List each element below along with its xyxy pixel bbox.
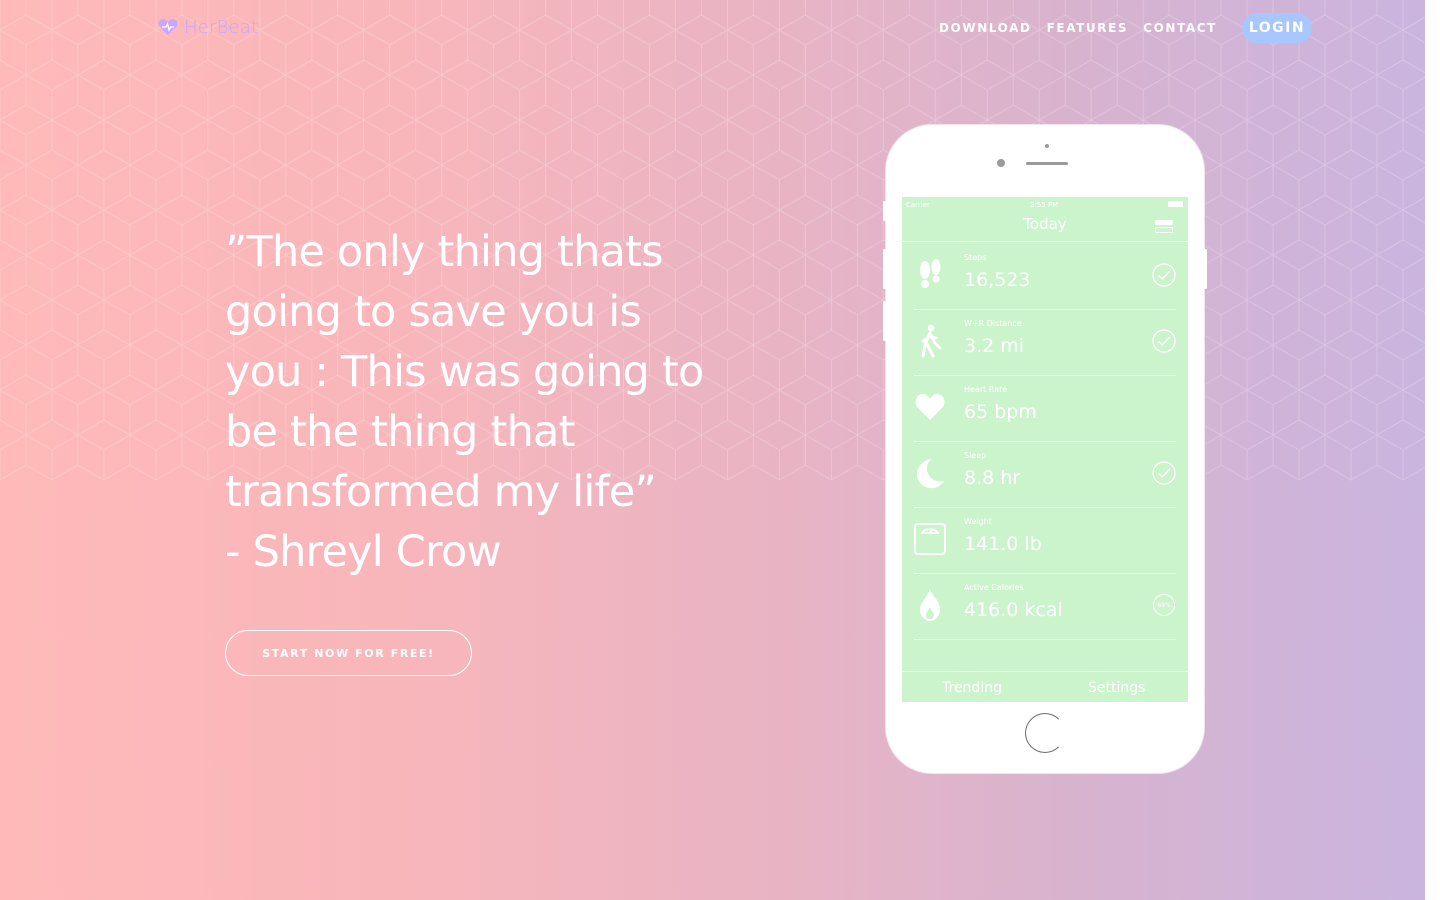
tab-settings[interactable]: Settings (1088, 680, 1145, 696)
flame-icon (920, 589, 940, 621)
phone-side-button (1204, 249, 1207, 289)
phone-side-button (883, 301, 886, 341)
metric-value: 3.2 mi (964, 335, 1025, 357)
nav-link-features[interactable]: FEATURES (1047, 21, 1129, 35)
phone-mockup: Carrier 3:55 PM Today Steps 16,523 W+R D… (883, 125, 1207, 773)
walking-person-icon (921, 324, 942, 358)
metric-label: Weight (964, 517, 992, 526)
quote-line: you : This was going to (225, 347, 704, 397)
metric-value: 65 bpm (964, 401, 1037, 423)
quote-attribution: - Shreyl Crow (225, 527, 502, 577)
phone-sensor (997, 159, 1005, 167)
status-bar: Carrier 3:55 PM (902, 197, 1188, 211)
scale-icon (914, 523, 946, 555)
check-circle-icon (1152, 461, 1176, 485)
metric-row-heart-rate[interactable]: Heart Rate 65 bpm (914, 375, 1176, 442)
quote-line: transformed my life” (225, 467, 657, 517)
tab-trending[interactable]: Trending (942, 680, 1002, 696)
metric-label: W+R Distance (964, 319, 1022, 328)
heart-icon (915, 394, 945, 420)
check-circle-icon (1152, 329, 1176, 353)
check-circle-icon (1152, 263, 1176, 287)
metric-row-weight[interactable]: Weight 141.0 lb (914, 507, 1176, 574)
metric-row-sleep[interactable]: Sleep 8.8 hr (914, 441, 1176, 508)
metric-label: Heart Rate (964, 385, 1008, 394)
metric-label: Sleep (964, 451, 987, 460)
hero-section: HerBeat DOWNLOAD FEATURES CONTACT LOGIN … (0, 0, 1425, 900)
metric-label: Active Calories (964, 583, 1024, 592)
brand-logo[interactable]: HerBeat (158, 14, 258, 40)
list-toggle-icon[interactable] (1155, 220, 1173, 233)
metric-label: Steps (964, 253, 987, 262)
app-tab-bar: Trending Settings (902, 671, 1188, 702)
divider (902, 241, 1188, 242)
metric-value: 16,523 (964, 269, 1031, 291)
metric-row-steps[interactable]: Steps 16,523 (914, 243, 1176, 310)
top-nav: DOWNLOAD FEATURES CONTACT LOGIN (939, 13, 1327, 43)
battery-icon (1168, 201, 1183, 207)
app-screen: Carrier 3:55 PM Today Steps 16,523 W+R D… (902, 197, 1188, 702)
quote-line: going to save you is (225, 287, 642, 337)
brand-name: HerBeat (184, 16, 259, 38)
phone-speaker (1026, 162, 1068, 165)
progress-badge: 69% (1153, 594, 1175, 616)
hero-quote: ”The only thing thats going to save you … (225, 222, 745, 582)
quote-line: be the thing that (225, 407, 575, 457)
scrollbar-track[interactable] (1425, 0, 1440, 900)
start-free-button[interactable]: START NOW FOR FREE! (225, 630, 472, 676)
moon-icon (916, 459, 944, 489)
phone-side-button (883, 201, 886, 221)
heart-icon (158, 19, 178, 35)
nav-link-contact[interactable]: CONTACT (1143, 21, 1217, 35)
quote-line: ”The only thing thats (225, 227, 664, 277)
status-time: 3:55 PM (1030, 201, 1059, 209)
metric-value: 8.8 hr (964, 467, 1021, 489)
phone-side-button (883, 249, 886, 289)
metric-row-active-calories[interactable]: Active Calories 416.0 kcal 69% (914, 573, 1176, 640)
nav-link-download[interactable]: DOWNLOAD (939, 21, 1032, 35)
metric-value: 416.0 kcal (964, 599, 1063, 621)
footprints-icon (920, 259, 941, 288)
phone-camera (1045, 144, 1049, 148)
metric-row-distance[interactable]: W+R Distance 3.2 mi (914, 309, 1176, 376)
metric-value: 141.0 lb (964, 533, 1042, 555)
login-button[interactable]: LOGIN (1241, 13, 1312, 43)
phone-home-button (1025, 713, 1065, 753)
status-carrier: Carrier (906, 201, 930, 209)
screen-title: Today (1023, 215, 1067, 233)
